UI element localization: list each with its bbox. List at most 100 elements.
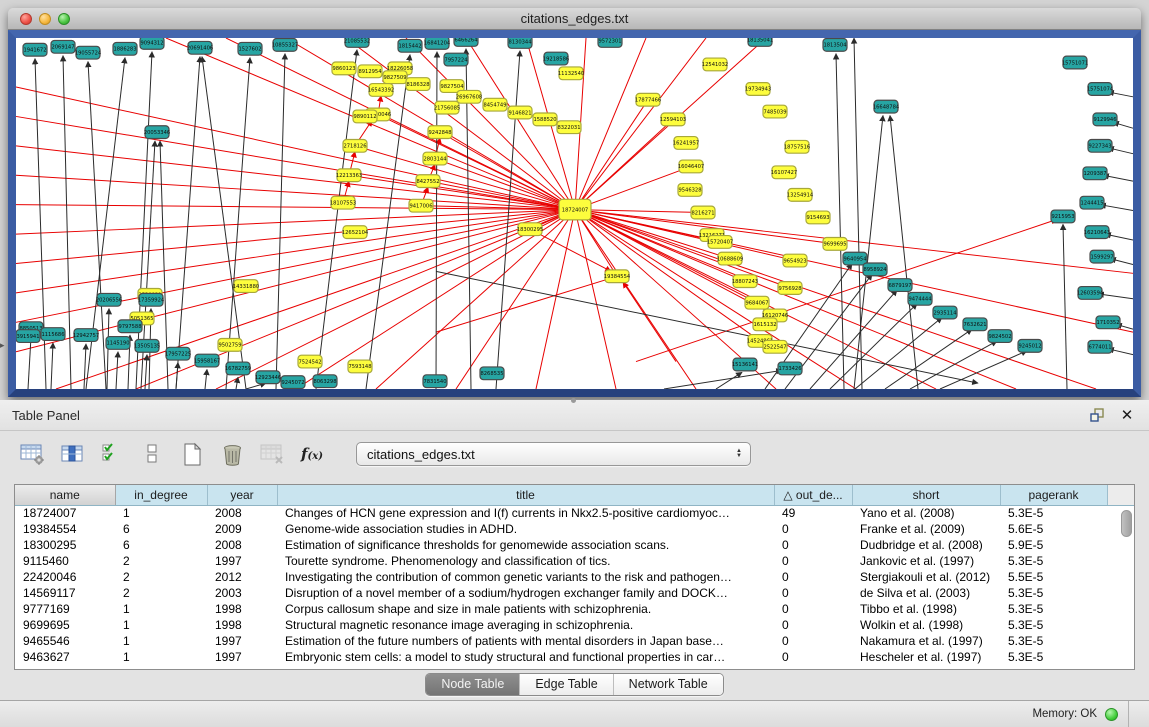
network-node[interactable]: 8958924 — [863, 263, 887, 276]
table-cell[interactable]: 1 — [115, 505, 207, 521]
table-cell[interactable]: 1998 — [207, 617, 277, 633]
column-header-pagerank[interactable]: pagerank — [1000, 485, 1107, 505]
column-header-short[interactable]: short — [852, 485, 1000, 505]
table-cell[interactable]: 18724007 — [15, 505, 115, 521]
new-file-icon[interactable] — [178, 440, 206, 468]
network-node[interactable]: 8427552 — [416, 175, 440, 188]
network-node[interactable]: 12923446 — [255, 371, 281, 384]
tab-edge-table[interactable]: Edge Table — [519, 674, 612, 695]
table-cell[interactable]: 18300295 — [15, 537, 115, 553]
table-cell[interactable]: Structural magnetic resonance image aver… — [277, 617, 774, 633]
table-cell[interactable]: de Silva et al. (2003) — [852, 585, 1000, 601]
network-node[interactable]: 12213363 — [336, 169, 362, 182]
table-cell[interactable]: 1997 — [207, 553, 277, 569]
network-node[interactable]: 17957225 — [165, 347, 191, 360]
table-cell[interactable]: 1 — [115, 633, 207, 649]
network-node[interactable]: 12652104 — [342, 226, 368, 239]
table-cell[interactable]: 6 — [115, 537, 207, 553]
table-cell[interactable]: Estimation of significance thresholds fo… — [277, 537, 774, 553]
table-cell[interactable]: 1 — [115, 649, 207, 665]
table-cell[interactable]: 0 — [774, 601, 852, 617]
network-node[interactable]: 20206556 — [96, 293, 122, 306]
network-node[interactable]: 9215953 — [1051, 210, 1075, 223]
table-cell[interactable]: 9463627 — [15, 649, 115, 665]
table-cell[interactable]: 0 — [774, 569, 852, 585]
network-node[interactable]: 21756085 — [434, 101, 460, 114]
network-node[interactable]: 6879197 — [888, 279, 912, 292]
table-row[interactable]: 1830029562008Estimation of significance … — [15, 537, 1134, 553]
network-canvas[interactable]: 1941672206914719055724188628390943122069… — [16, 38, 1133, 389]
table-cell[interactable]: 2012 — [207, 569, 277, 585]
table-row[interactable]: 977716911998Corpus callosum shape and si… — [15, 601, 1134, 617]
network-node[interactable]: 1145190 — [106, 337, 130, 350]
network-node[interactable]: 18757516 — [784, 140, 810, 153]
table-cell[interactable]: Wolkin et al. (1998) — [852, 617, 1000, 633]
network-node[interactable]: 20691406 — [187, 41, 213, 54]
network-node[interactable]: 13254914 — [787, 188, 813, 201]
network-window-titlebar[interactable]: citations_edges.txt — [8, 8, 1141, 30]
column-header-title[interactable]: title — [277, 485, 774, 505]
network-node[interactable]: 1244415 — [1080, 196, 1104, 209]
network-node[interactable]: 11132540 — [558, 67, 584, 80]
table-cell[interactable]: 5.3E-5 — [1000, 585, 1107, 601]
network-node[interactable]: 1615132 — [753, 318, 777, 331]
network-node[interactable]: 13505135 — [134, 339, 160, 352]
table-cell[interactable]: 0 — [774, 633, 852, 649]
network-node[interactable]: 8130344 — [508, 38, 532, 48]
table-cell[interactable]: 9115460 — [15, 553, 115, 569]
network-node[interactable]: 1733426 — [778, 362, 802, 375]
table-cell[interactable]: 5.9E-5 — [1000, 537, 1107, 553]
table-row[interactable]: 1938455462009Genome-wide association stu… — [15, 521, 1134, 537]
table-cell[interactable]: Tourette syndrome. Phenomenology and cla… — [277, 553, 774, 569]
table-cell[interactable]: Dudbridge et al. (2008) — [852, 537, 1000, 553]
table-cell[interactable]: 5.3E-5 — [1000, 633, 1107, 649]
table-cell[interactable]: 2008 — [207, 505, 277, 521]
network-node[interactable]: 2522547 — [763, 340, 787, 353]
network-node[interactable]: 9572301 — [598, 38, 622, 47]
table-cell[interactable]: 19384554 — [15, 521, 115, 537]
table-cell[interactable]: 0 — [774, 553, 852, 569]
network-node[interactable]: 3915941 — [16, 330, 40, 343]
table-cell[interactable]: 0 — [774, 537, 852, 553]
table-cell[interactable]: 2 — [115, 553, 207, 569]
float-panel-icon[interactable] — [1087, 406, 1107, 424]
table-cell[interactable]: 2009 — [207, 521, 277, 537]
network-node[interactable]: 9860123 — [332, 62, 356, 75]
network-node[interactable]: 16543392 — [368, 84, 394, 97]
network-node[interactable]: 18724007 — [559, 199, 591, 220]
network-node[interactable]: 9797588 — [118, 320, 142, 333]
table-cell[interactable]: Nakamura et al. (1997) — [852, 633, 1000, 649]
function-builder-icon[interactable]: f(x) — [298, 440, 326, 468]
network-node[interactable]: 26967608 — [456, 90, 482, 103]
table-row[interactable]: 2242004622012Investigating the contribut… — [15, 569, 1134, 585]
network-node[interactable]: 18135041 — [747, 38, 773, 46]
network-node[interactable]: 12594103 — [660, 113, 686, 126]
network-node[interactable]: 15720407 — [707, 236, 733, 249]
network-node[interactable]: 18107553 — [330, 196, 356, 209]
network-node[interactable]: 12541032 — [702, 58, 728, 71]
network-node[interactable]: 14331880 — [233, 280, 259, 293]
network-node[interactable]: 16107427 — [771, 166, 797, 179]
table-cell[interactable]: 5.3E-5 — [1000, 553, 1107, 569]
table-cell[interactable]: 2003 — [207, 585, 277, 601]
table-cell[interactable]: 6 — [115, 521, 207, 537]
table-cell[interactable]: 0 — [774, 521, 852, 537]
table-cell[interactable]: 5.3E-5 — [1000, 649, 1107, 665]
network-node[interactable]: 19384554 — [604, 270, 630, 283]
network-node[interactable]: 1710352 — [1096, 316, 1120, 329]
maximize-window-button[interactable] — [58, 13, 70, 25]
network-node[interactable]: 19218586 — [543, 52, 569, 65]
table-row[interactable]: 911546021997Tourette syndrome. Phenomeno… — [15, 553, 1134, 569]
network-node[interactable]: 16782759 — [225, 362, 251, 375]
table-cell[interactable]: 9777169 — [15, 601, 115, 617]
network-node[interactable]: 7632621 — [963, 318, 987, 331]
table-cell[interactable]: 1 — [115, 617, 207, 633]
delete-trash-icon[interactable] — [218, 440, 246, 468]
network-node[interactable]: 2718126 — [343, 139, 367, 152]
network-node[interactable]: 21085532 — [344, 38, 370, 47]
table-source-dropdown[interactable]: citations_edges.txt ▲▼ — [356, 442, 751, 466]
table-cell[interactable]: Jankovic et al. (1997) — [852, 553, 1000, 569]
network-node[interactable]: 16648784 — [873, 100, 899, 113]
network-node[interactable]: 8186328 — [406, 78, 430, 91]
network-node[interactable]: 1527602 — [238, 42, 262, 55]
